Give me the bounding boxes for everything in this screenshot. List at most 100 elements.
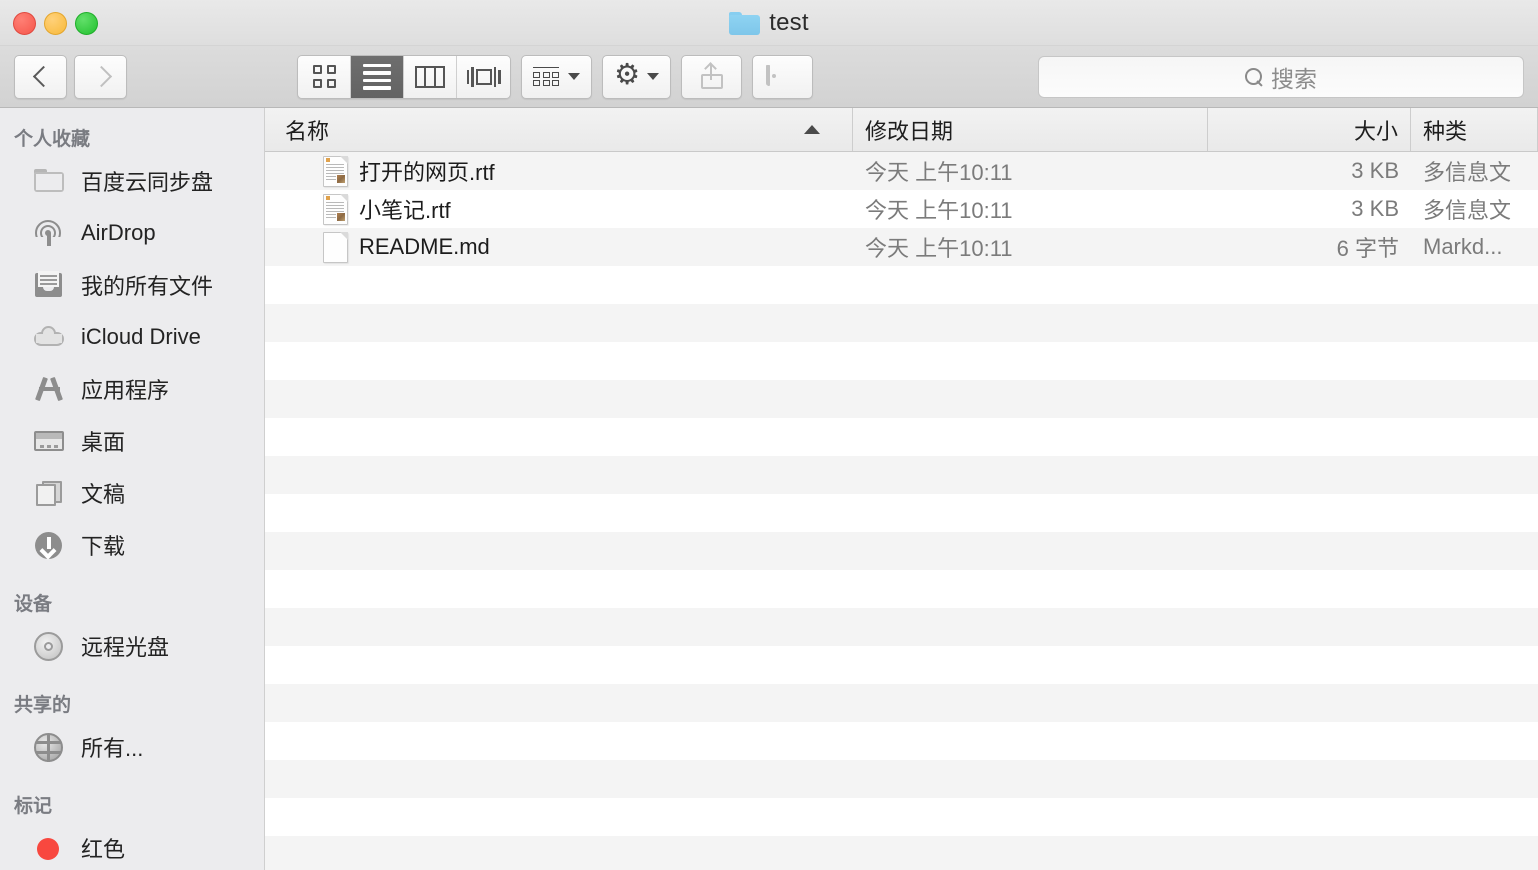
empty-row: [265, 798, 1538, 836]
search-container: 搜索: [1038, 55, 1524, 98]
sidebar-group-favorites: 个人收藏 百度云同步盘 AirDrop 我的所有文件 iCloud Drive …: [0, 124, 264, 571]
chevron-down-icon: [647, 73, 659, 80]
action-menu-button[interactable]: [602, 54, 671, 99]
sidebar-group-shared: 共享的 所有...: [0, 690, 264, 773]
sidebar-item-remote-disc[interactable]: 远程光盘: [0, 620, 264, 672]
table-row[interactable]: README.md 今天 上午10:11 6 字节 Markd...: [265, 228, 1538, 266]
cell-size: 3 KB: [1351, 158, 1399, 183]
back-chevron-icon: [34, 66, 47, 88]
sidebar-item-label: 下载: [81, 534, 126, 559]
back-button[interactable]: [14, 54, 67, 99]
cell-size: 6 字节: [1336, 236, 1399, 261]
cell-name: README.md: [265, 228, 853, 266]
cell-kind: 多信息文: [1423, 198, 1512, 223]
folder-icon: [729, 11, 761, 35]
column-header-label: 大小: [1353, 118, 1398, 144]
column-header-date[interactable]: 修改日期: [853, 108, 1208, 151]
sidebar-item-label: 应用程序: [81, 378, 170, 403]
table-row[interactable]: 打开的网页.rtf 今天 上午10:11 3 KB 多信息文: [265, 152, 1538, 190]
file-name: README.md: [359, 234, 490, 259]
title-bar: test: [0, 0, 1538, 46]
all-my-files-icon: [32, 270, 68, 300]
window-body: 个人收藏 百度云同步盘 AirDrop 我的所有文件 iCloud Drive …: [0, 108, 1538, 870]
sort-ascending-icon: [804, 125, 820, 134]
disc-icon: [32, 631, 68, 661]
sidebar-item-airdrop[interactable]: AirDrop: [0, 207, 264, 259]
sidebar-item-label: 文稿: [81, 482, 126, 507]
file-rows: 打开的网页.rtf 今天 上午10:11 3 KB 多信息文 小笔记.rtf 今…: [265, 152, 1538, 870]
cell-date: 今天 上午10:11: [865, 160, 1013, 185]
window-title: test: [769, 9, 809, 36]
cell-name: 小笔记.rtf: [265, 190, 853, 228]
empty-row: [265, 722, 1538, 760]
columns-icon: [415, 65, 445, 88]
documents-icon: [32, 478, 68, 508]
column-view-button[interactable]: [404, 55, 457, 98]
cell-date: 今天 上午10:11: [865, 236, 1013, 261]
cell-size: 3 KB: [1351, 196, 1399, 221]
sidebar-item-label: 红色: [81, 837, 126, 862]
share-button[interactable]: [681, 54, 742, 99]
toolbar: 搜索: [0, 46, 1538, 108]
sidebar-item-desktop[interactable]: 桌面: [0, 415, 264, 467]
sidebar-section-title: 设备: [14, 594, 53, 615]
column-header-size[interactable]: 大小: [1208, 108, 1411, 151]
icon-view-button[interactable]: [298, 55, 351, 98]
forward-chevron-icon: [94, 66, 107, 88]
view-mode-segmented-control: [297, 54, 511, 99]
empty-row: [265, 342, 1538, 380]
arrange-button[interactable]: [521, 54, 592, 99]
file-name: 打开的网页.rtf: [359, 160, 495, 185]
rtf-document-icon: [323, 155, 348, 187]
sidebar-section-title: 标记: [14, 796, 53, 817]
table-row[interactable]: 小笔记.rtf 今天 上午10:11 3 KB 多信息文: [265, 190, 1538, 228]
sidebar-item-documents[interactable]: 文稿: [0, 467, 264, 519]
file-name: 小笔记.rtf: [359, 198, 451, 223]
column-headers: 名称 修改日期 大小 种类: [265, 108, 1538, 152]
navigation-buttons: [14, 54, 127, 99]
cell-name: 打开的网页.rtf: [265, 152, 853, 190]
downloads-icon: [32, 530, 68, 560]
empty-row: [265, 266, 1538, 304]
icloud-icon: [32, 322, 68, 352]
empty-row: [265, 836, 1538, 870]
list-view-button[interactable]: [351, 55, 404, 98]
sidebar-item-downloads[interactable]: 下载: [0, 519, 264, 571]
sidebar-item-label: 我的所有文件: [81, 274, 214, 299]
applications-icon: [32, 374, 68, 404]
rtf-document-icon: [323, 193, 348, 225]
sidebar-item-applications[interactable]: 应用程序: [0, 363, 264, 415]
column-header-kind[interactable]: 种类: [1411, 108, 1538, 151]
empty-row: [265, 494, 1538, 532]
sidebar-item-label: 桌面: [81, 430, 126, 455]
sidebar-item-all-my-files[interactable]: 我的所有文件: [0, 259, 264, 311]
list-icon: [363, 63, 391, 90]
sidebar-item-baidu-sync[interactable]: 百度云同步盘: [0, 155, 264, 207]
sidebar-item-label: 所有...: [81, 736, 144, 761]
tag-button[interactable]: [752, 54, 813, 99]
coverflow-view-button[interactable]: [457, 55, 510, 98]
column-header-name[interactable]: 名称: [265, 108, 853, 151]
sidebar-item-all-shared[interactable]: 所有...: [0, 721, 264, 773]
chevron-down-icon: [568, 73, 580, 80]
plain-document-icon: [323, 231, 348, 263]
search-placeholder: 搜索: [1271, 65, 1317, 92]
empty-row: [265, 456, 1538, 494]
network-icon: [32, 732, 68, 762]
finder-window: test ⚙ 搜索 个人收藏 百度云同步盘 AirDrop 我的所有文件 iCl…: [0, 0, 1538, 870]
empty-row: [265, 570, 1538, 608]
gear-icon: [614, 63, 640, 89]
desktop-icon: [32, 426, 68, 456]
cell-kind: 多信息文: [1423, 160, 1512, 185]
tag-icon: [765, 65, 800, 86]
forward-button[interactable]: [74, 54, 127, 99]
sidebar-item-red-tag[interactable]: 红色: [0, 822, 264, 870]
search-input[interactable]: 搜索: [1038, 55, 1524, 98]
column-header-label: 修改日期: [865, 118, 954, 144]
empty-row: [265, 684, 1538, 722]
grid-icon: [312, 65, 336, 88]
sidebar-item-icloud-drive[interactable]: iCloud Drive: [0, 311, 264, 363]
sidebar-item-label: iCloud Drive: [81, 324, 201, 349]
sidebar-item-label: 远程光盘: [81, 635, 170, 660]
column-header-label: 种类: [1423, 118, 1468, 144]
